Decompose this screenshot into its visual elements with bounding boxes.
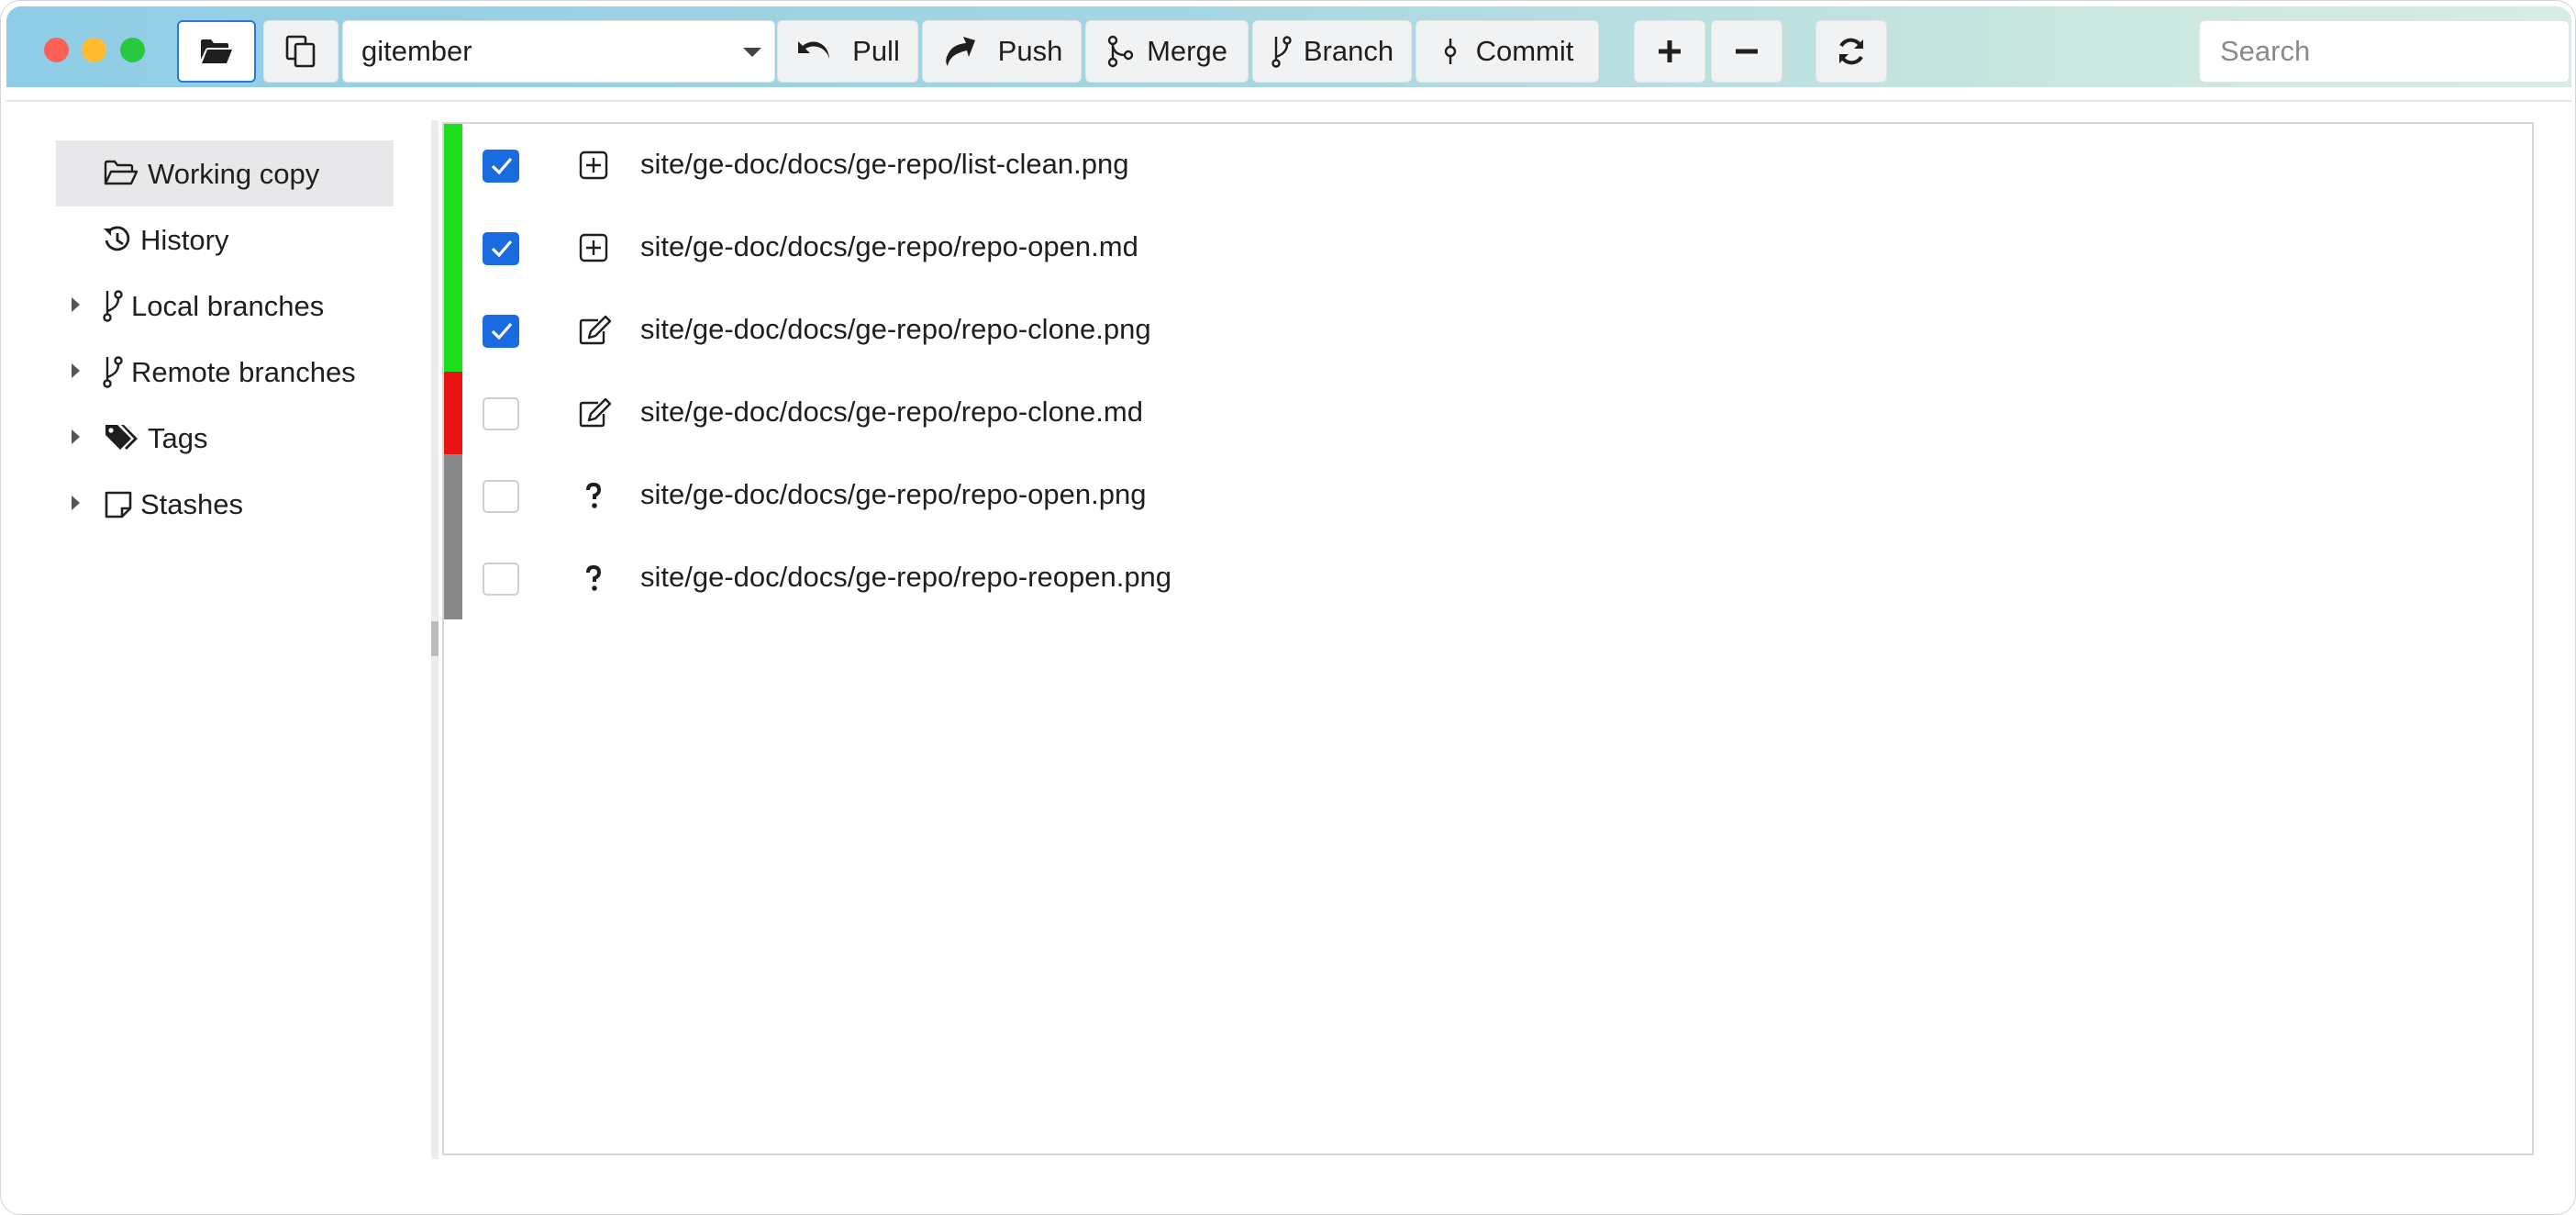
- edit-icon: [578, 315, 613, 351]
- plus-square-icon: [578, 232, 609, 268]
- plus-icon: [1656, 38, 1683, 65]
- merge-button[interactable]: Merge: [1085, 20, 1249, 83]
- open-repo-button[interactable]: [177, 20, 256, 83]
- stage-checkbox[interactable]: [483, 397, 519, 430]
- question-icon: [578, 480, 609, 516]
- sidebar-item-history[interactable]: History: [56, 206, 394, 273]
- expand-arrow-icon[interactable]: [72, 297, 80, 312]
- branch-button[interactable]: Branch: [1252, 20, 1412, 83]
- status-color-stripe: [444, 372, 462, 454]
- push-button[interactable]: Push: [922, 20, 1082, 83]
- sidebar-item-local-branches[interactable]: Local branches: [56, 273, 394, 339]
- search-input[interactable]: [2199, 20, 2570, 83]
- status-color-stripe: [444, 289, 462, 372]
- sidebar-item-remote-branches[interactable]: Remote branches: [56, 339, 394, 405]
- refresh-icon: [1836, 36, 1867, 67]
- minus-icon: [1733, 38, 1760, 65]
- sidebar-item-label: History: [140, 224, 229, 256]
- file-path: site/ge-doc/docs/ge-repo/repo-reopen.png: [640, 561, 1172, 593]
- push-label: Push: [997, 35, 1063, 67]
- splitter-grip[interactable]: [431, 621, 439, 656]
- file-row[interactable]: site/ge-doc/docs/ge-repo/repo-reopen.png: [444, 537, 2532, 619]
- commit-label: Commit: [1475, 35, 1574, 67]
- clone-repo-button[interactable]: [263, 20, 339, 83]
- branch-icon: [102, 355, 124, 396]
- commit-icon: [1441, 35, 1460, 68]
- note-icon: [104, 490, 133, 527]
- sidebar-item-tags[interactable]: Tags: [56, 405, 394, 471]
- stage-checkbox[interactable]: [483, 150, 519, 183]
- working-copy-file-list: site/ge-doc/docs/ge-repo/list-clean.png …: [442, 122, 2534, 1155]
- repo-select-value: gitember: [361, 35, 472, 67]
- merge-label: Merge: [1147, 35, 1227, 67]
- tags-icon: [104, 423, 140, 460]
- stage-checkbox[interactable]: [483, 232, 519, 265]
- file-row[interactable]: site/ge-doc/docs/ge-repo/repo-clone.png: [444, 289, 2532, 372]
- minimize-window-button[interactable]: [82, 38, 106, 62]
- repo-select[interactable]: gitember: [342, 20, 775, 83]
- file-row[interactable]: site/ge-doc/docs/ge-repo/list-clean.png: [444, 124, 2532, 206]
- stage-button[interactable]: [1634, 20, 1705, 83]
- close-window-button[interactable]: [44, 38, 69, 62]
- sidebar-item-label: Remote branches: [131, 356, 356, 388]
- edit-icon: [578, 397, 613, 433]
- refresh-button[interactable]: [1815, 20, 1887, 83]
- branch-icon: [1271, 35, 1293, 68]
- status-color-stripe: [444, 206, 462, 289]
- sidebar-item-working-copy[interactable]: Working copy: [56, 140, 394, 206]
- file-path: site/ge-doc/docs/ge-repo/repo-open.png: [640, 478, 1147, 510]
- stage-checkbox[interactable]: [483, 480, 519, 513]
- expand-arrow-icon[interactable]: [72, 429, 80, 444]
- history-icon: [102, 224, 133, 262]
- sidebar-item-label: Local branches: [131, 290, 325, 322]
- status-color-stripe: [444, 124, 462, 206]
- file-row[interactable]: site/ge-doc/docs/ge-repo/repo-open.png: [444, 454, 2532, 537]
- stage-checkbox[interactable]: [483, 563, 519, 596]
- file-path: site/ge-doc/docs/ge-repo/repo-clone.png: [640, 313, 1151, 345]
- undo-arrow-icon: [795, 37, 832, 66]
- pull-label: Pull: [852, 35, 900, 67]
- sidebar-item-stashes[interactable]: Stashes: [56, 471, 394, 537]
- sidebar-item-label: Tags: [148, 422, 208, 454]
- expand-arrow-icon[interactable]: [72, 496, 80, 510]
- plus-square-icon: [578, 150, 609, 185]
- copy-icon: [285, 35, 316, 68]
- question-icon: [578, 563, 609, 598]
- sidebar-item-label: Stashes: [140, 488, 244, 520]
- toolbar: gitember Pull Push Merge Branch Commit S…: [6, 6, 2571, 87]
- branch-icon: [102, 289, 124, 329]
- stage-checkbox[interactable]: [483, 315, 519, 348]
- redo-arrow-icon: [941, 35, 978, 68]
- file-path: site/ge-doc/docs/ge-repo/repo-open.md: [640, 230, 1138, 262]
- file-row[interactable]: site/ge-doc/docs/ge-repo/repo-clone.md: [444, 372, 2532, 454]
- status-color-stripe: [444, 454, 462, 537]
- folder-open-icon: [104, 160, 139, 195]
- unstage-button[interactable]: [1711, 20, 1782, 83]
- file-path: site/ge-doc/docs/ge-repo/repo-clone.md: [640, 396, 1143, 428]
- merge-icon: [1106, 35, 1134, 68]
- chevron-down-icon: [743, 48, 761, 57]
- file-row[interactable]: site/ge-doc/docs/ge-repo/repo-open.md: [444, 206, 2532, 289]
- folder-open-icon: [199, 38, 234, 65]
- maximize-window-button[interactable]: [120, 38, 145, 62]
- file-path: site/ge-doc/docs/ge-repo/list-clean.png: [640, 148, 1129, 180]
- pull-button[interactable]: Pull: [777, 20, 918, 83]
- sidebar: Working copy History Local branches Remo…: [1, 120, 423, 634]
- status-color-stripe: [444, 537, 462, 619]
- app-window: gitember Pull Push Merge Branch Commit S…: [0, 0, 2576, 1215]
- sidebar-item-label: Working copy: [148, 158, 320, 190]
- branch-label: Branch: [1303, 35, 1394, 67]
- commit-button[interactable]: Commit: [1416, 20, 1599, 83]
- expand-arrow-icon[interactable]: [72, 363, 80, 378]
- toolbar-divider: [6, 100, 2571, 102]
